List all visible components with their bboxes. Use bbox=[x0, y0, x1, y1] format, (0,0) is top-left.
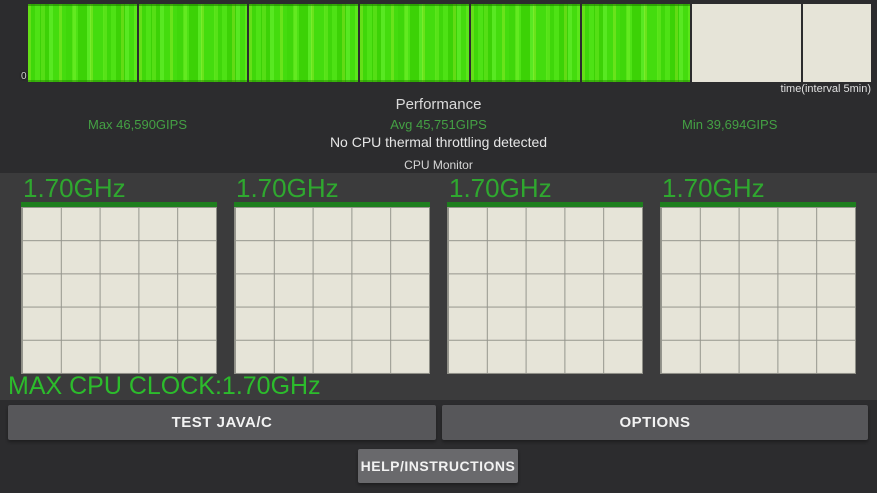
help-instructions-button[interactable]: HELP/INSTRUCTIONS bbox=[358, 449, 518, 483]
chart-segment-filled bbox=[249, 4, 358, 82]
thermal-throttle-status: No CPU thermal throttling detected bbox=[0, 134, 877, 150]
chart-segment-filled bbox=[471, 4, 580, 82]
max-cpu-clock-label: MAX CPU CLOCK:1.70GHz bbox=[8, 373, 321, 399]
core-frequency-label: 1.70GHz bbox=[234, 175, 430, 201]
cpu-core-card: 1.70GHz bbox=[660, 175, 856, 374]
performance-title: Performance bbox=[0, 96, 877, 113]
cpu-core-card: 1.70GHz bbox=[21, 175, 217, 374]
options-button[interactable]: OPTIONS bbox=[442, 405, 868, 440]
core-frequency-label: 1.70GHz bbox=[447, 175, 643, 201]
cpu-monitor-panel: 1.70GHz 1.70GHz 1.70GHz 1.70GHz MAX CPU … bbox=[0, 173, 877, 400]
chart-time-axis-label: time(interval 5min) bbox=[781, 83, 871, 95]
chart-segment-empty bbox=[692, 4, 801, 82]
cpu-core-cards: 1.70GHz 1.70GHz 1.70GHz 1.70GHz bbox=[21, 175, 856, 374]
test-java-c-button[interactable]: TEST JAVA/C bbox=[8, 405, 436, 440]
core-load-grid bbox=[447, 207, 643, 374]
chart-segment-filled bbox=[28, 4, 137, 82]
core-load-grid bbox=[660, 207, 856, 374]
chart-segment-empty bbox=[803, 4, 871, 82]
performance-chart-track bbox=[28, 4, 871, 82]
chart-segment-filled bbox=[582, 4, 691, 82]
core-frequency-label: 1.70GHz bbox=[21, 175, 217, 201]
cpu-core-card: 1.70GHz bbox=[447, 175, 643, 374]
cpu-monitor-title: CPU Monitor bbox=[0, 158, 877, 172]
cpu-core-card: 1.70GHz bbox=[234, 175, 430, 374]
core-load-grid bbox=[234, 207, 430, 374]
chart-segment-filled bbox=[139, 4, 248, 82]
chart-origin-label: 0 bbox=[21, 71, 27, 82]
core-load-grid bbox=[21, 207, 217, 374]
performance-min-value: Min 39,694GIPS bbox=[682, 117, 777, 132]
core-frequency-label: 1.70GHz bbox=[660, 175, 856, 201]
chart-segment-filled bbox=[360, 4, 469, 82]
